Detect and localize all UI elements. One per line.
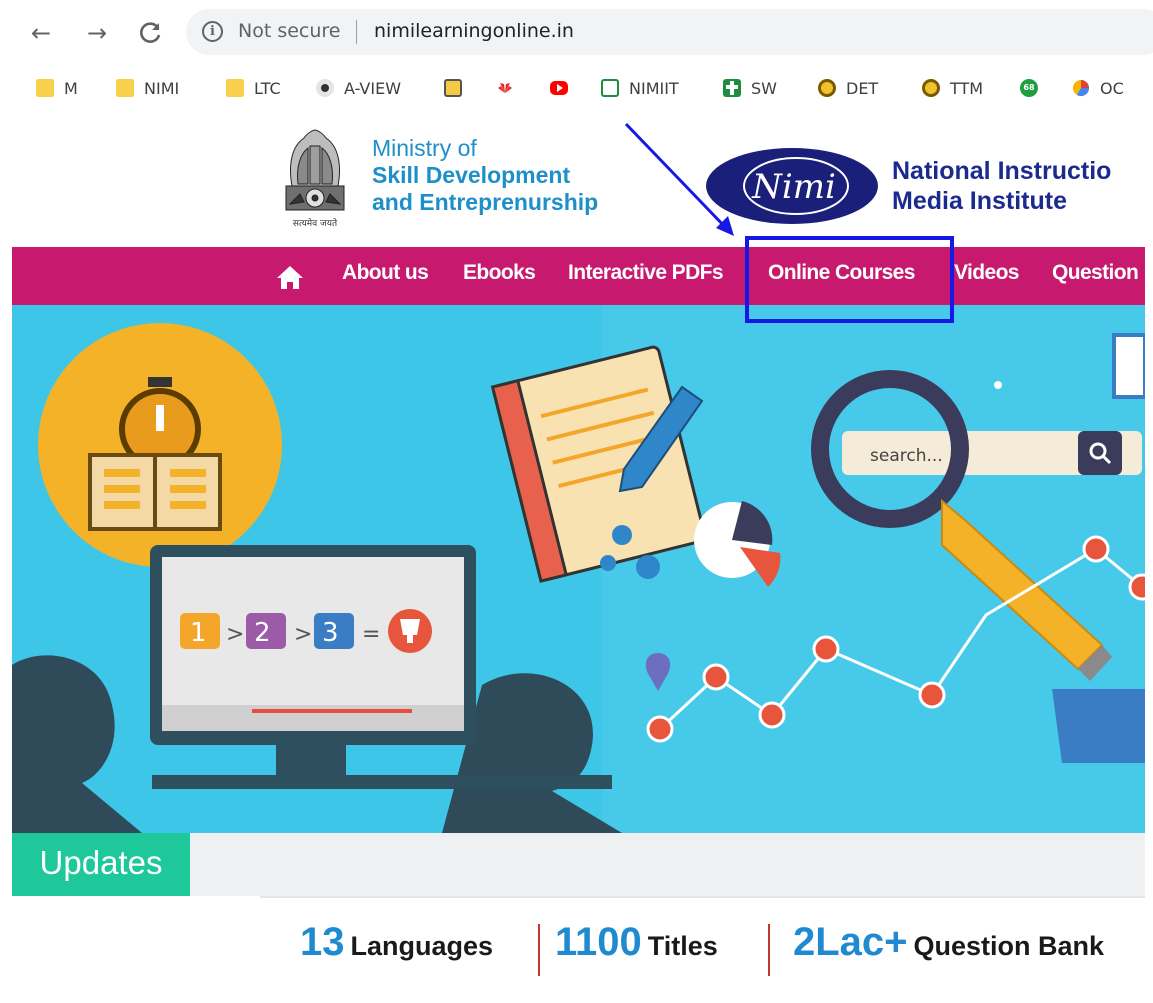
stat-number: 2Lac+ xyxy=(793,920,908,964)
sheets-icon xyxy=(601,79,619,97)
bookmark-label: SW xyxy=(751,78,777,98)
hero-illustration: 1 > 2 > 3 = search... xyxy=(12,305,1145,833)
security-label[interactable]: Not secure xyxy=(238,20,341,42)
institute-title: National Instructio Media Institute xyxy=(892,156,1111,216)
ministry-line: Ministry of xyxy=(372,135,477,161)
stat-number: 13 xyxy=(300,920,345,964)
nav-question-bank[interactable]: Question xyxy=(1052,261,1139,285)
browser-toolbar: ← → i Not secure nimilearningonline.in xyxy=(0,0,1153,64)
stat-languages: 13 Languages xyxy=(300,920,493,965)
url-text[interactable]: nimilearningonline.in xyxy=(374,20,574,42)
step-operator: = xyxy=(362,622,380,647)
address-bar[interactable]: i Not secure nimilearningonline.in xyxy=(186,9,1153,55)
ministry-title[interactable]: Ministry of Skill Development and Entrep… xyxy=(372,135,598,216)
search-icon xyxy=(1078,431,1122,475)
step-operator: > xyxy=(226,622,244,647)
hero-banner[interactable]: 1 > 2 > 3 = search... xyxy=(12,305,1145,833)
bookmark-ttm[interactable]: TTM xyxy=(922,74,983,102)
nimi-logo[interactable]: Nimi xyxy=(704,146,880,230)
step-3-label: 3 xyxy=(322,618,339,648)
bookmark-youtube[interactable] xyxy=(550,74,578,102)
pie-icon xyxy=(1073,80,1090,97)
bookmark-label: DET xyxy=(846,78,879,98)
bookmark-nimiit[interactable]: NIMIIT xyxy=(601,74,679,102)
ashoka-emblem-icon[interactable]: सत्यमेव जयते xyxy=(270,124,360,234)
bookmark-det[interactable]: DET xyxy=(818,74,878,102)
bookmark-68[interactable]: 68 xyxy=(1020,74,1048,102)
updates-divider xyxy=(260,896,1145,898)
info-icon[interactable]: i xyxy=(202,21,223,42)
folder-icon xyxy=(116,79,134,97)
bookmark-label: LTC xyxy=(254,78,281,98)
nav-videos[interactable]: Videos xyxy=(954,261,1019,285)
ministry-line: Skill Development xyxy=(372,162,571,188)
webcam-icon xyxy=(316,79,334,97)
stat-separator xyxy=(538,924,540,976)
bookmark-label: TTM xyxy=(950,78,984,98)
flag-icon xyxy=(444,79,462,97)
address-divider xyxy=(356,20,357,44)
nav-interactive-pdfs[interactable]: Interactive PDFs xyxy=(568,261,724,285)
bookmark-label: A-VIEW xyxy=(344,78,402,98)
bookmark-sw[interactable]: SW xyxy=(723,74,777,102)
bookmark-flag[interactable] xyxy=(444,74,472,102)
stats-strip: 13 Languages 1100 Titles 2Lac+ Question … xyxy=(0,920,1153,980)
folder-icon xyxy=(36,79,54,97)
main-nav: About us Ebooks Interactive PDFs Online … xyxy=(12,247,1145,305)
back-button[interactable]: ← xyxy=(26,18,56,48)
stat-question-bank: 2Lac+ Question Bank xyxy=(793,920,1104,965)
bookmark-label: M xyxy=(64,78,78,98)
step-1-label: 1 xyxy=(190,618,207,648)
bookmark-huawei[interactable] xyxy=(496,74,524,102)
stat-separator xyxy=(768,924,770,976)
person-silhouette xyxy=(12,655,142,833)
step-2-label: 2 xyxy=(254,618,271,648)
folder-icon xyxy=(226,79,244,97)
nav-about-us[interactable]: About us xyxy=(342,261,429,285)
badge-68-icon: 68 xyxy=(1020,79,1038,97)
site-header: सत्यमेव जयते Ministry of Skill Developme… xyxy=(0,112,1153,247)
nimi-logo-text: Nimi xyxy=(751,167,836,207)
ministry-line: and Entreprenurship xyxy=(372,189,599,215)
forward-button[interactable]: → xyxy=(82,18,112,48)
institute-line: Media Institute xyxy=(892,187,1068,215)
stat-number: 1100 xyxy=(555,920,642,964)
folder-graphic xyxy=(1052,689,1145,763)
emblem-icon xyxy=(818,79,836,97)
updates-bar: Updates xyxy=(12,833,1145,896)
home-icon[interactable] xyxy=(275,262,305,292)
search-placeholder: search... xyxy=(870,446,943,466)
huawei-icon xyxy=(498,83,512,93)
annotation-highlight-box xyxy=(745,236,954,323)
reload-button[interactable] xyxy=(136,18,166,48)
updates-tab[interactable]: Updates xyxy=(12,833,190,896)
stat-titles: 1100 Titles xyxy=(555,920,718,965)
bookmark-oc[interactable]: OC xyxy=(1072,74,1124,102)
bookmark-label: NIMIIT xyxy=(629,78,679,98)
bookmark-a-view[interactable]: A-VIEW xyxy=(316,74,401,102)
institute-line: National Instructio xyxy=(892,157,1112,185)
bookmark-label: NIMI xyxy=(144,78,180,98)
stat-label: Titles xyxy=(647,931,718,961)
cross-icon xyxy=(723,79,741,97)
nav-ebooks[interactable]: Ebooks xyxy=(463,261,536,285)
emblem-icon xyxy=(922,79,940,97)
bookmark-ltc[interactable]: LTC xyxy=(226,74,281,102)
youtube-icon xyxy=(550,81,568,95)
bookmark-m[interactable]: M xyxy=(36,74,78,102)
reload-icon xyxy=(140,22,161,43)
bookmarks-bar: M NIMI LTC A-VIEW NIMIIT SW DET TTM 68 O… xyxy=(0,64,1153,112)
emblem-caption: सत्यमेव जयते xyxy=(293,217,338,229)
step-operator: > xyxy=(294,622,312,647)
stat-label: Languages xyxy=(350,931,494,961)
stat-label: Question Bank xyxy=(913,931,1105,961)
bookmark-label: OC xyxy=(1100,78,1124,98)
bookmark-nimi[interactable]: NIMI xyxy=(116,74,179,102)
